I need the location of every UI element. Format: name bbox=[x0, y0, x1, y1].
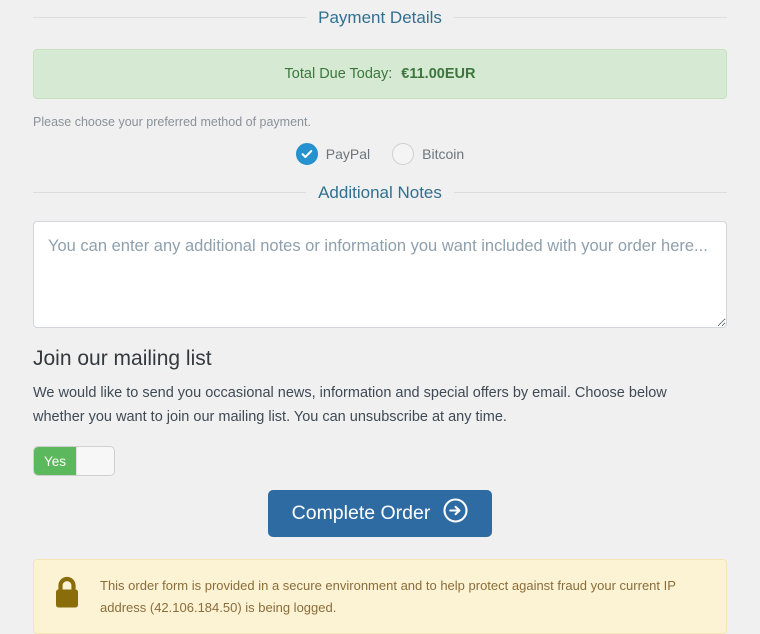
complete-order-button-label: Complete Order bbox=[291, 502, 431, 525]
total-due-alert: Total Due Today: €11.00EUR bbox=[33, 49, 727, 99]
additional-notes-heading-label: Additional Notes bbox=[318, 182, 442, 202]
lock-icon bbox=[52, 575, 82, 616]
mailing-list-description: We would like to send you occasional new… bbox=[33, 385, 667, 426]
heading-rule-left bbox=[33, 191, 307, 193]
total-due-value: €11.00EUR bbox=[401, 66, 476, 82]
additional-notes-field-wrapper bbox=[33, 221, 727, 328]
payment-details-heading-label: Payment Details bbox=[318, 7, 442, 27]
mailing-list-heading: Join our mailing list bbox=[33, 347, 212, 370]
payment-method-group: PayPal Bitcoin bbox=[33, 143, 727, 165]
payment-details-heading: Payment Details bbox=[33, 0, 727, 34]
complete-order-row: Complete Order bbox=[33, 490, 727, 538]
arrow-right-circle-icon bbox=[443, 498, 468, 529]
mailing-list-toggle-knob[interactable] bbox=[76, 447, 114, 476]
mailing-list-toggle-label: Yes bbox=[34, 447, 77, 476]
payment-method-bitcoin-label: Bitcoin bbox=[422, 146, 465, 162]
payment-instructions: Please choose your preferred method of p… bbox=[33, 115, 311, 129]
mailing-list-toggle[interactable]: Yes bbox=[33, 446, 115, 477]
complete-order-button[interactable]: Complete Order bbox=[267, 490, 493, 538]
order-form-page: Payment Details Total Due Today: €11.00E… bbox=[0, 0, 760, 634]
secure-notice-text: This order form is provided in a secure … bbox=[100, 578, 676, 616]
additional-notes-heading: Additional Notes bbox=[33, 175, 727, 209]
total-due-label: Total Due Today: bbox=[284, 66, 393, 82]
secure-environment-notice: This order form is provided in a secure … bbox=[33, 559, 727, 634]
mailing-list-section: Join our mailing list We would like to s… bbox=[33, 346, 727, 429]
payment-method-bitcoin[interactable]: Bitcoin bbox=[392, 143, 464, 165]
additional-notes-input[interactable] bbox=[33, 221, 727, 328]
payment-method-paypal[interactable]: PayPal bbox=[295, 143, 371, 165]
heading-rule-right bbox=[453, 191, 727, 193]
heading-rule-left bbox=[33, 16, 307, 18]
heading-rule-right bbox=[453, 16, 727, 18]
payment-method-paypal-label: PayPal bbox=[325, 146, 371, 162]
radio-selected-icon[interactable] bbox=[295, 143, 318, 165]
radio-empty-icon[interactable] bbox=[392, 143, 415, 165]
